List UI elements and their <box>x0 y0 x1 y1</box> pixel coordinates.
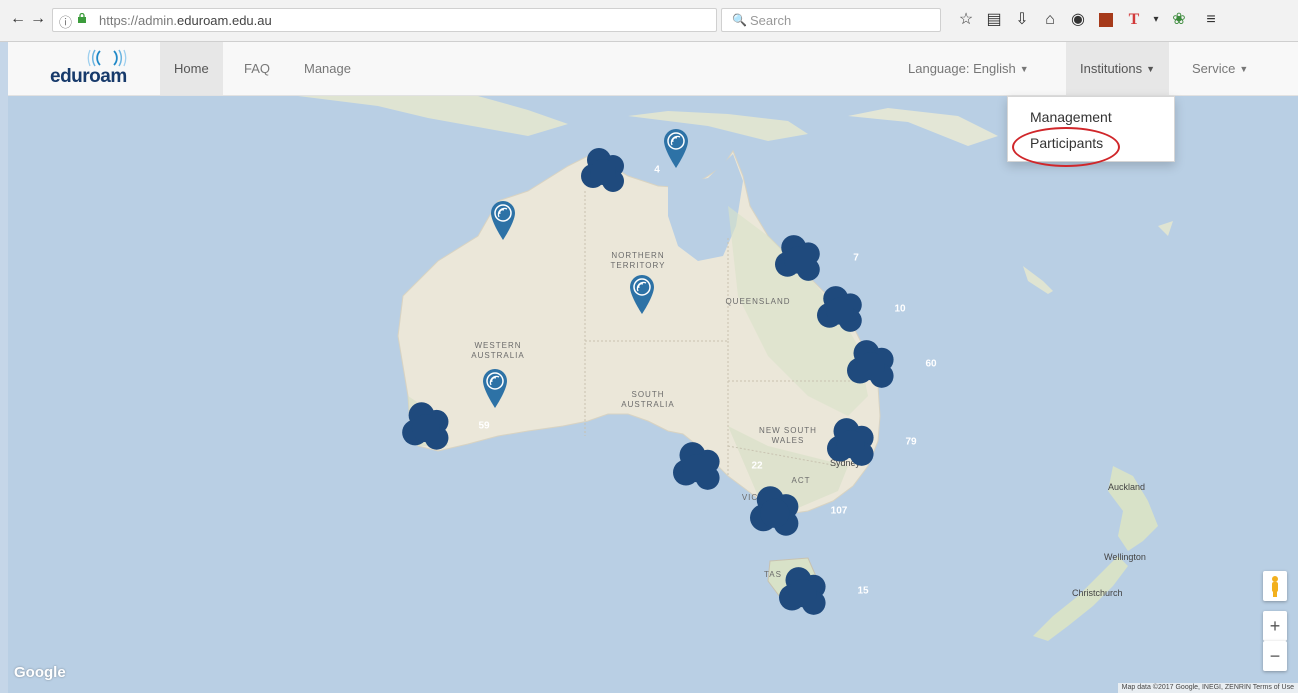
browser-toolbar: ← → ⓘ https://admin.eduroam.edu.au ⟳ 🔍 S… <box>0 0 1298 42</box>
home-icon[interactable]: ⌂ <box>1039 9 1061 31</box>
cluster-cloud-icon <box>817 286 862 332</box>
search-input[interactable]: 🔍 Search <box>721 8 941 32</box>
menu-icon[interactable]: ≡ <box>1200 9 1222 31</box>
extension-red-icon[interactable] <box>1095 9 1117 31</box>
cluster-count: 59 <box>478 420 490 432</box>
cluster-count: 15 <box>857 585 869 597</box>
cluster-count: 60 <box>925 358 937 370</box>
cluster-count: 107 <box>830 505 848 517</box>
marker-cluster-brisbane[interactable]: 60 <box>844 338 937 390</box>
caret-down-icon: ▼ <box>1239 64 1249 75</box>
brand-name: eduroam <box>50 66 127 87</box>
zoom-out-button[interactable]: − <box>1263 641 1287 671</box>
extension-t-icon[interactable]: T <box>1123 9 1145 31</box>
label-western-australia: WESTERN AUSTRALIA <box>471 341 525 360</box>
forward-arrow-icon[interactable]: → <box>28 9 48 29</box>
extension-green-icon[interactable]: ❀ <box>1168 9 1190 31</box>
nav-faq[interactable]: FAQ <box>230 42 284 95</box>
cluster-count: 22 <box>751 460 763 472</box>
marker-cluster-perth[interactable]: 59 <box>400 400 490 452</box>
location-pin-wifi-icon[interactable] <box>627 272 657 316</box>
label-queensland: QUEENSLAND <box>725 297 791 306</box>
marker-cluster-hobart[interactable]: 15 <box>776 565 869 617</box>
cluster-cloud-icon <box>581 148 624 192</box>
cluster-cloud-icon <box>673 442 720 490</box>
nav-manage[interactable]: Manage <box>290 42 365 95</box>
nav-service[interactable]: Service ▼ <box>1178 42 1262 95</box>
eduroam-logo[interactable]: eduroam <box>50 49 160 89</box>
pocket-icon[interactable]: ◉ <box>1067 9 1089 31</box>
marker-cluster-darwin[interactable]: 4 <box>579 146 660 194</box>
marker-cluster-adelaide[interactable]: 22 <box>670 440 763 492</box>
wifi-waves-icon <box>87 49 127 67</box>
street-view-pegman-icon[interactable] <box>1263 571 1287 601</box>
location-pin-wifi-icon[interactable] <box>480 366 510 410</box>
nav-home[interactable]: Home <box>160 42 223 95</box>
nav-institutions[interactable]: Institutions ▼ <box>1066 42 1170 95</box>
city-auckland: Auckland <box>1108 482 1146 492</box>
site-navbar: eduroam Home FAQ Manage Language: Englis… <box>8 42 1298 96</box>
caret-down-icon: ▼ <box>1019 64 1029 75</box>
label-new-south-wales: NEW SOUTH WALES <box>759 426 817 445</box>
cluster-cloud-icon <box>775 235 820 281</box>
bookmark-star-icon[interactable]: ☆ <box>955 9 977 31</box>
lock-icon <box>78 13 86 23</box>
cluster-cloud-icon <box>827 418 874 466</box>
location-pin-wifi-icon[interactable] <box>488 198 518 242</box>
cluster-cloud-icon <box>779 567 826 615</box>
cluster-cloud-icon <box>847 340 894 388</box>
site-info-icon[interactable]: ⓘ <box>59 12 72 31</box>
url-bar[interactable]: ⓘ https://admin.eduroam.edu.au ⟳ <box>52 8 755 32</box>
zoom-in-button[interactable]: + <box>1263 611 1287 641</box>
cluster-count: 79 <box>905 436 917 448</box>
map-attribution[interactable]: Map data ©2017 Google, INEGI, ZENRIN Ter… <box>1117 683 1298 693</box>
city-wellington: Wellington <box>1104 552 1146 562</box>
download-icon[interactable]: ⇩ <box>1011 9 1033 31</box>
reading-list-icon[interactable]: ▤ <box>983 9 1005 31</box>
location-pin-wifi-icon[interactable] <box>661 126 691 170</box>
highlight-circle <box>1012 127 1120 167</box>
cluster-cloud-icon <box>750 486 799 536</box>
nav-language[interactable]: Language: English ▼ <box>894 42 1043 95</box>
back-arrow-icon[interactable]: ← <box>8 9 28 29</box>
marker-cluster-townsville[interactable]: 10 <box>813 284 906 334</box>
map-canvas[interactable]: NORTHERN TERRITORY WESTERN AUSTRALIA QUE… <box>8 96 1298 693</box>
city-christchurch: Christchurch <box>1072 588 1123 598</box>
marker-cluster-cairns[interactable]: 7 <box>772 233 859 283</box>
search-icon: 🔍 <box>732 13 747 27</box>
caret-down-icon: ▼ <box>1146 64 1156 75</box>
cluster-cloud-icon <box>402 402 449 450</box>
url-text: https://admin.eduroam.edu.au <box>99 13 272 28</box>
menu-item-management[interactable]: Management <box>1030 109 1112 125</box>
extension-dropdown-icon[interactable]: ▾ <box>1145 9 1167 31</box>
search-placeholder: Search <box>750 13 792 28</box>
cluster-count: 7 <box>853 252 859 264</box>
cluster-count: 10 <box>894 303 906 315</box>
marker-cluster-melbourne[interactable]: 107 <box>746 484 847 538</box>
marker-cluster-sydney[interactable]: 79 <box>824 416 917 468</box>
label-south-australia: SOUTH AUSTRALIA <box>621 390 675 409</box>
label-northern-territory: NORTHERN TERRITORY <box>610 251 666 270</box>
google-logo: Google <box>14 664 66 681</box>
